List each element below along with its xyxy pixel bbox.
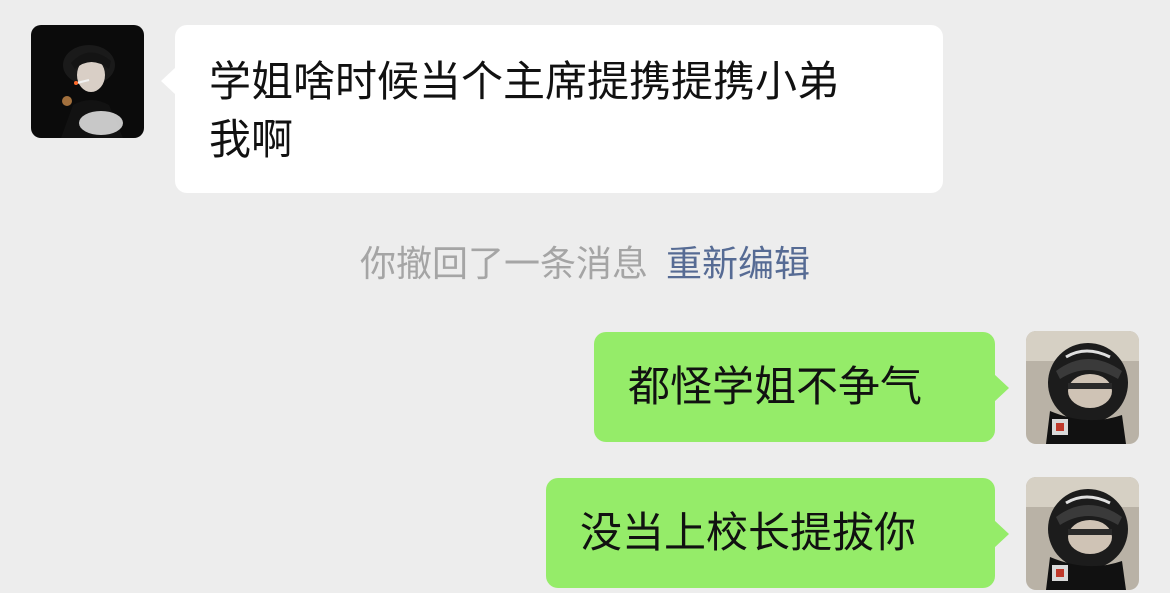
message-text: 都怪学姐不争气 [628, 362, 923, 411]
person-helmet-portrait-icon [1026, 477, 1139, 590]
outgoing-message-bubble[interactable]: 都怪学姐不争气 [594, 332, 1009, 442]
message-text-line: 学姐啥时候当个主席提携提携小弟 [209, 57, 840, 106]
my-avatar[interactable] [1026, 477, 1139, 590]
message-text-line: 我啊 [209, 115, 294, 164]
outgoing-message-bubble[interactable]: 没当上校长提拔你 [546, 478, 1009, 588]
message-text: 没当上校长提拔你 [580, 508, 917, 557]
recall-notice: 你撤回了一条消息 重新编辑 [0, 240, 1170, 290]
contact-avatar[interactable] [31, 25, 144, 138]
bubble-tail [994, 374, 1009, 402]
reedit-link[interactable]: 重新编辑 [666, 244, 810, 285]
person-smoking-portrait-icon [31, 25, 144, 138]
person-helmet-portrait-icon [1026, 331, 1139, 444]
incoming-message-bubble[interactable]: 学姐啥时候当个主席提携提携小弟 我啊 [161, 25, 943, 193]
bubble-tail [994, 520, 1009, 548]
bubble-tail [161, 67, 176, 95]
my-avatar[interactable] [1026, 331, 1139, 444]
recall-notice-text: 你撤回了一条消息 [359, 244, 648, 285]
